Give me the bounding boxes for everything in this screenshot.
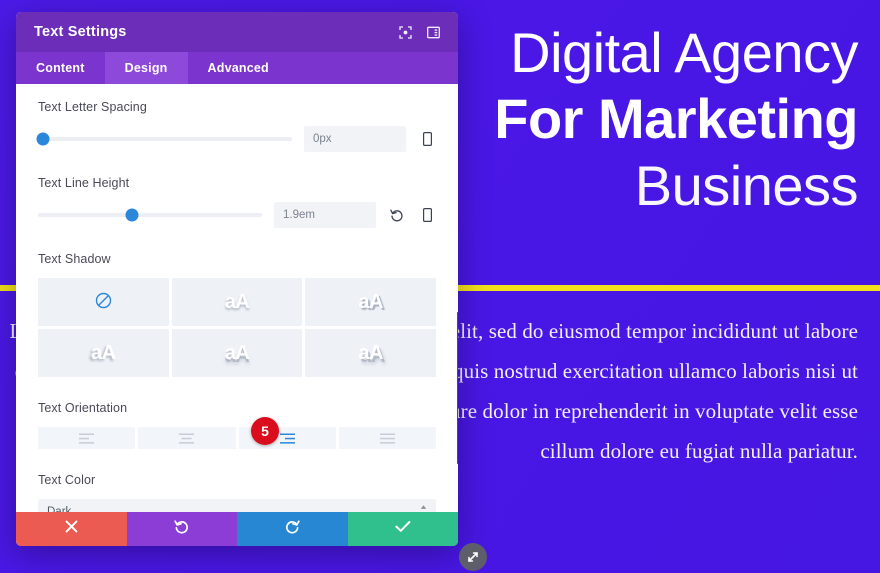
line-height-knob[interactable] [125, 208, 139, 222]
checkmark-icon [395, 520, 411, 538]
modal-title: Text Settings [34, 24, 127, 40]
modal-scrollbar-thumb[interactable] [457, 312, 458, 464]
shadow-option-deep[interactable]: aA [171, 329, 303, 377]
text-shadow-label: Text Shadow [38, 252, 111, 266]
text-color-select[interactable]: Dark [38, 499, 436, 512]
line-height-row [38, 202, 436, 228]
shadow-sample: aA [224, 342, 250, 364]
responsive-icon[interactable] [418, 208, 436, 222]
reset-icon[interactable] [388, 208, 406, 222]
text-orientation-options: 5 [38, 417, 436, 449]
line-height-label: Text Line Height [38, 176, 130, 190]
modal-body: Text Letter Spacing Text Line Height [16, 84, 458, 512]
undo-button[interactable] [126, 512, 237, 546]
resize-handle[interactable] [459, 543, 487, 571]
line-height-slider[interactable] [38, 208, 262, 222]
redo-button[interactable] [237, 512, 348, 546]
tab-design[interactable]: Design [104, 52, 188, 84]
modal-footer [16, 512, 458, 546]
text-orientation-label: Text Orientation [38, 401, 128, 415]
shadow-option-none[interactable] [38, 278, 169, 326]
letter-spacing-slider[interactable] [36, 132, 292, 146]
shadow-sample: aA [224, 291, 250, 313]
redo-icon [285, 519, 300, 539]
shadow-sample: aA [91, 342, 116, 364]
fullscreen-icon[interactable] [394, 21, 416, 43]
step-badge: 5 [251, 417, 279, 445]
align-center-button[interactable] [138, 427, 236, 449]
letter-spacing-input[interactable] [304, 126, 406, 152]
responsive-icon[interactable] [418, 132, 436, 146]
align-justify-button[interactable] [338, 427, 436, 449]
modal-titlebar: Text Settings [16, 12, 458, 52]
spinner-arrows-icon [420, 505, 427, 513]
no-shadow-icon [95, 292, 112, 312]
cancel-button[interactable] [16, 512, 127, 546]
shadow-sample: aA [358, 342, 383, 364]
text-color-value: Dark [47, 506, 72, 512]
close-icon [65, 520, 78, 538]
letter-spacing-row [36, 126, 436, 152]
letter-spacing-label: Text Letter Spacing [38, 100, 147, 114]
shadow-option-bottom-right[interactable]: aA [305, 278, 436, 326]
align-left-button[interactable] [38, 427, 136, 449]
shadow-option-long[interactable]: aA [305, 329, 436, 377]
shadow-option-soft-bottom[interactable]: aA [171, 278, 303, 326]
shadow-option-hard-bottom[interactable]: aA [38, 329, 169, 377]
shadow-sample: aA [358, 291, 383, 313]
save-button[interactable] [347, 512, 458, 546]
text-settings-modal: Text Settings Content Design Advanced Te… [16, 12, 487, 571]
text-color-label: Text Color [38, 473, 96, 487]
tab-content[interactable]: Content [16, 52, 105, 84]
line-height-input[interactable] [274, 202, 376, 228]
split-view-icon[interactable] [422, 21, 444, 43]
letter-spacing-knob[interactable] [36, 132, 50, 146]
text-shadow-options: aA aA aA aA aA [38, 278, 436, 377]
tab-advanced[interactable]: Advanced [188, 52, 289, 84]
undo-icon [174, 519, 189, 539]
modal-tab-strip: Content Design Advanced [16, 52, 458, 84]
